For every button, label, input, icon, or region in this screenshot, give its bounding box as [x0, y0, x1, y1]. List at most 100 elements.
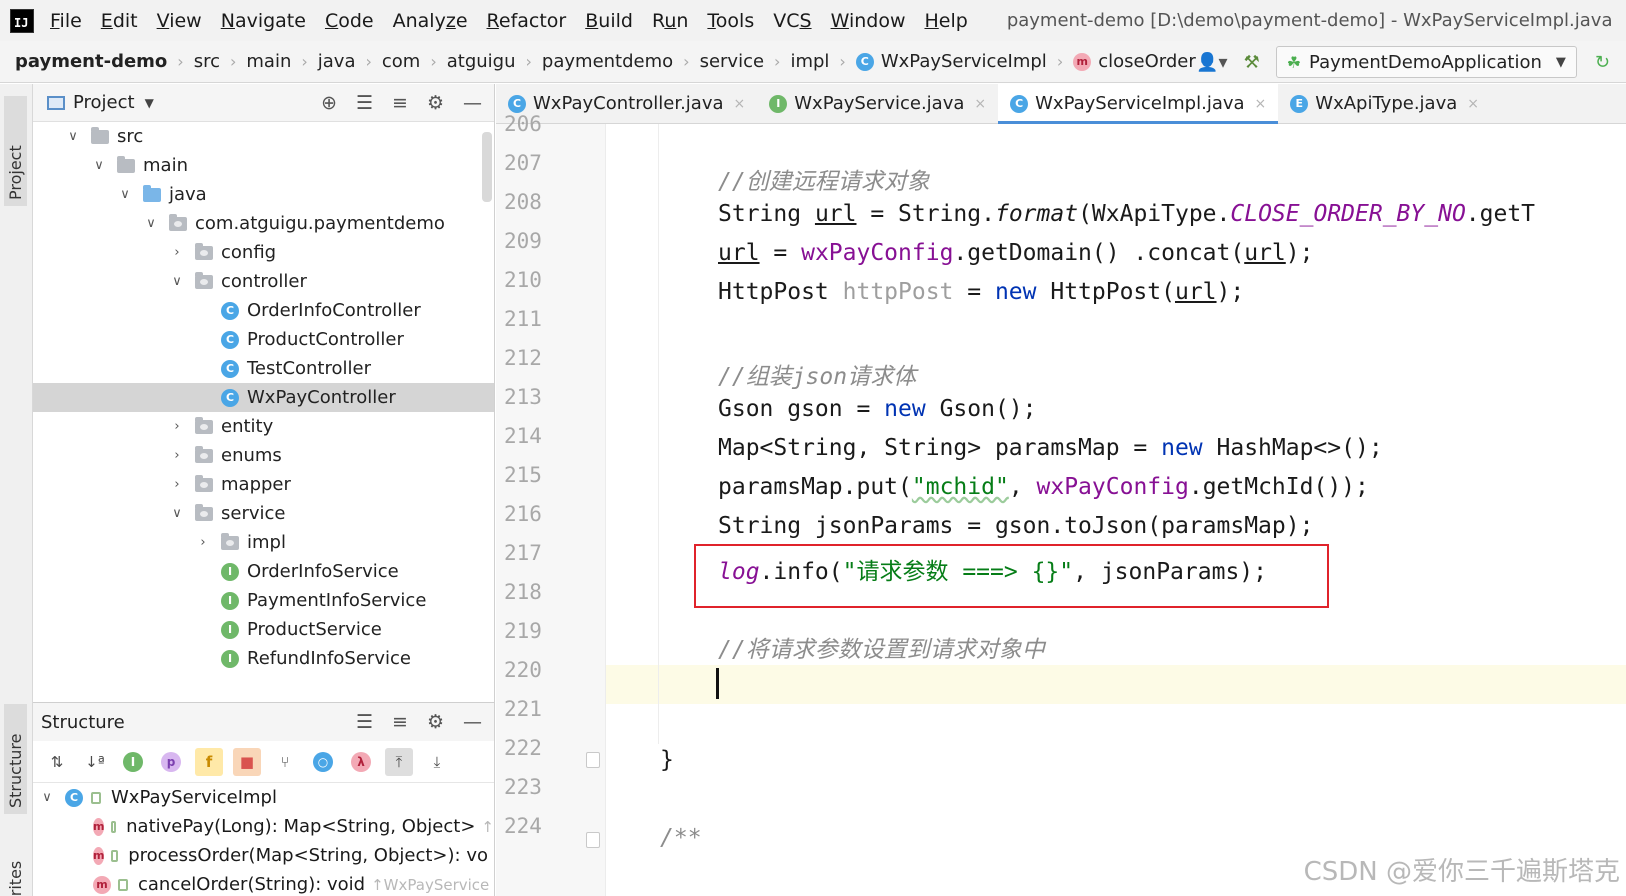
breadcrumb-com[interactable]: com — [382, 51, 420, 72]
fold-marker-icon[interactable] — [586, 752, 600, 768]
rerun-icon[interactable]: ↻ — [1595, 52, 1610, 73]
tree-node-mapper[interactable]: › mapper — [33, 470, 494, 499]
hide-panel-icon[interactable]: — — [463, 92, 482, 114]
editor-tab-wxpayservice-java[interactable]: I WxPayService.java × — [757, 84, 998, 123]
sort-by-visibility-icon[interactable]: ⇅ — [43, 748, 71, 776]
chevron-down-icon[interactable]: ∨ — [65, 129, 81, 144]
tree-node-orderinfoservice[interactable]: I OrderInfoService — [33, 557, 494, 586]
run-configuration-selector[interactable]: ☘ PaymentDemoApplication ▼ — [1275, 46, 1577, 78]
tree-node-testcontroller[interactable]: C TestController — [33, 354, 494, 383]
expand-all-icon[interactable]: ☰ — [356, 711, 373, 733]
tree-node-productservice[interactable]: I ProductService — [33, 615, 494, 644]
build-hammer-icon[interactable]: ⚒ — [1244, 52, 1260, 73]
chevron-right-icon[interactable]: › — [169, 245, 185, 260]
collapse-all-icon[interactable]: ≡ — [392, 711, 408, 733]
breadcrumb-atguigu[interactable]: atguigu — [447, 51, 516, 72]
tree-node-refundinfoservice[interactable]: I RefundInfoService — [33, 644, 494, 673]
expand-all-icon[interactable]: ☰ — [356, 92, 373, 114]
chevron-right-icon[interactable]: › — [169, 419, 185, 434]
close-icon[interactable]: × — [1467, 96, 1479, 112]
public-access-icon — [111, 849, 119, 862]
show-properties-icon[interactable]: p — [157, 748, 185, 776]
chevron-down-icon[interactable]: ∨ — [143, 216, 159, 231]
show-lambda-icon[interactable]: λ — [347, 748, 375, 776]
project-panel-title[interactable]: Project — [73, 92, 135, 113]
structure-root[interactable]: ∨ C WxPayServiceImpl — [33, 783, 494, 812]
menu-vcs[interactable]: VCS — [773, 10, 811, 32]
user-icon[interactable]: 👤▾ — [1196, 52, 1227, 73]
editor-tab-wxpayserviceimpl-java[interactable]: C WxPayServiceImpl.java × — [998, 84, 1279, 124]
hide-panel-icon[interactable]: — — [463, 711, 482, 733]
chevron-down-icon[interactable]: ▼ — [145, 96, 154, 110]
structure-member[interactable]: m nativePay(Long): Map<String, Object> ↑ — [33, 812, 494, 841]
chevron-down-icon[interactable]: ∨ — [117, 187, 133, 202]
project-tool-tab[interactable]: Project — [4, 96, 27, 206]
tree-node-config[interactable]: › config — [33, 238, 494, 267]
gear-icon[interactable]: ⚙ — [427, 92, 444, 114]
menu-tools[interactable]: Tools — [707, 10, 754, 32]
favorites-tool-tab[interactable]: orites — [4, 836, 27, 896]
chevron-right-icon[interactable]: › — [195, 535, 211, 550]
autoscroll-to-source-icon[interactable]: ⤒ — [385, 747, 413, 776]
tree-node-productcontroller[interactable]: C ProductController — [33, 325, 494, 354]
breadcrumb-impl[interactable]: impl — [790, 51, 829, 72]
breadcrumb-class[interactable]: C WxPayServiceImpl — [855, 51, 1047, 72]
breadcrumb-method[interactable]: m closeOrder — [1073, 51, 1196, 72]
structure-member[interactable]: m cancelOrder(String): void ↑WxPayService — [33, 870, 494, 896]
chevron-down-icon[interactable]: ∨ — [91, 158, 107, 173]
show-inherited-icon[interactable]: I — [119, 748, 147, 776]
chevron-down-icon[interactable]: ∨ — [169, 274, 185, 289]
tree-node-src[interactable]: ∨ src — [33, 122, 494, 151]
tree-node-enums[interactable]: › enums — [33, 441, 494, 470]
show-lambdas-icon[interactable]: ⑂ — [271, 748, 299, 776]
tree-node-wxpaycontroller[interactable]: C WxPayController — [33, 383, 494, 412]
menu-refactor[interactable]: Refactor — [487, 10, 567, 32]
close-icon[interactable]: × — [1255, 96, 1267, 112]
menu-window[interactable]: Window — [831, 10, 906, 32]
structure-tool-tab[interactable]: Structure — [4, 704, 27, 814]
close-icon[interactable]: × — [974, 96, 986, 112]
breadcrumb-service[interactable]: service — [700, 51, 764, 72]
project-scrollbar[interactable] — [482, 132, 492, 202]
breadcrumb-src[interactable]: src — [194, 51, 220, 72]
menu-build[interactable]: Build — [585, 10, 633, 32]
breadcrumb-paymentdemo[interactable]: paymentdemo — [542, 51, 673, 72]
show-non-public-icon[interactable]: ■ — [233, 747, 261, 776]
tree-node-orderinfocontroller[interactable]: C OrderInfoController — [33, 296, 494, 325]
breadcrumb-main[interactable]: main — [246, 51, 291, 72]
tree-node-entity[interactable]: › entity — [33, 412, 494, 441]
tree-node-impl[interactable]: › impl — [33, 528, 494, 557]
gear-icon[interactable]: ⚙ — [427, 711, 444, 733]
tree-node-com-atguigu-paymentdemo[interactable]: ∨ com.atguigu.paymentdemo — [33, 209, 494, 238]
tree-node-main[interactable]: ∨ main — [33, 151, 494, 180]
chevron-right-icon[interactable]: › — [169, 477, 185, 492]
menu-file[interactable]: File — [50, 10, 82, 32]
show-fields-icon[interactable]: f — [195, 747, 223, 776]
tree-node-controller[interactable]: ∨ controller — [33, 267, 494, 296]
chevron-right-icon[interactable]: › — [169, 448, 185, 463]
locate-target-icon[interactable]: ⊕ — [321, 92, 337, 114]
close-icon[interactable]: × — [734, 96, 746, 112]
autoscroll-from-source-icon[interactable]: ⤓ — [423, 748, 451, 776]
code-line-214: Map<String, String> paramsMap = new Hash… — [718, 435, 1383, 461]
structure-member[interactable]: m processOrder(Map<String, Object>): vo — [33, 841, 494, 870]
breadcrumb-project[interactable]: payment-demo — [15, 51, 167, 72]
tree-node-java[interactable]: ∨ java — [33, 180, 494, 209]
chevron-down-icon[interactable]: ∨ — [39, 790, 55, 805]
menu-edit[interactable]: Edit — [101, 10, 138, 32]
show-anonymous-icon[interactable]: ○ — [309, 748, 337, 776]
menu-run[interactable]: Run — [652, 10, 688, 32]
sort-alphabetically-icon[interactable]: ↓ª — [81, 748, 109, 776]
tree-node-service[interactable]: ∨ service — [33, 499, 494, 528]
menu-navigate[interactable]: Navigate — [221, 10, 306, 32]
menu-help[interactable]: Help — [924, 10, 967, 32]
editor-tab-wxapitype-java[interactable]: E WxApiType.java × — [1278, 84, 1491, 123]
breadcrumb-java[interactable]: java — [318, 51, 356, 72]
menu-analyze[interactable]: Analyze — [393, 10, 468, 32]
collapse-all-icon[interactable]: ≡ — [392, 92, 408, 114]
fold-marker-icon[interactable] — [586, 832, 600, 848]
menu-view[interactable]: View — [157, 10, 202, 32]
menu-code[interactable]: Code — [325, 10, 374, 32]
tree-node-paymentinfoservice[interactable]: I PaymentInfoService — [33, 586, 494, 615]
chevron-down-icon[interactable]: ∨ — [169, 506, 185, 521]
